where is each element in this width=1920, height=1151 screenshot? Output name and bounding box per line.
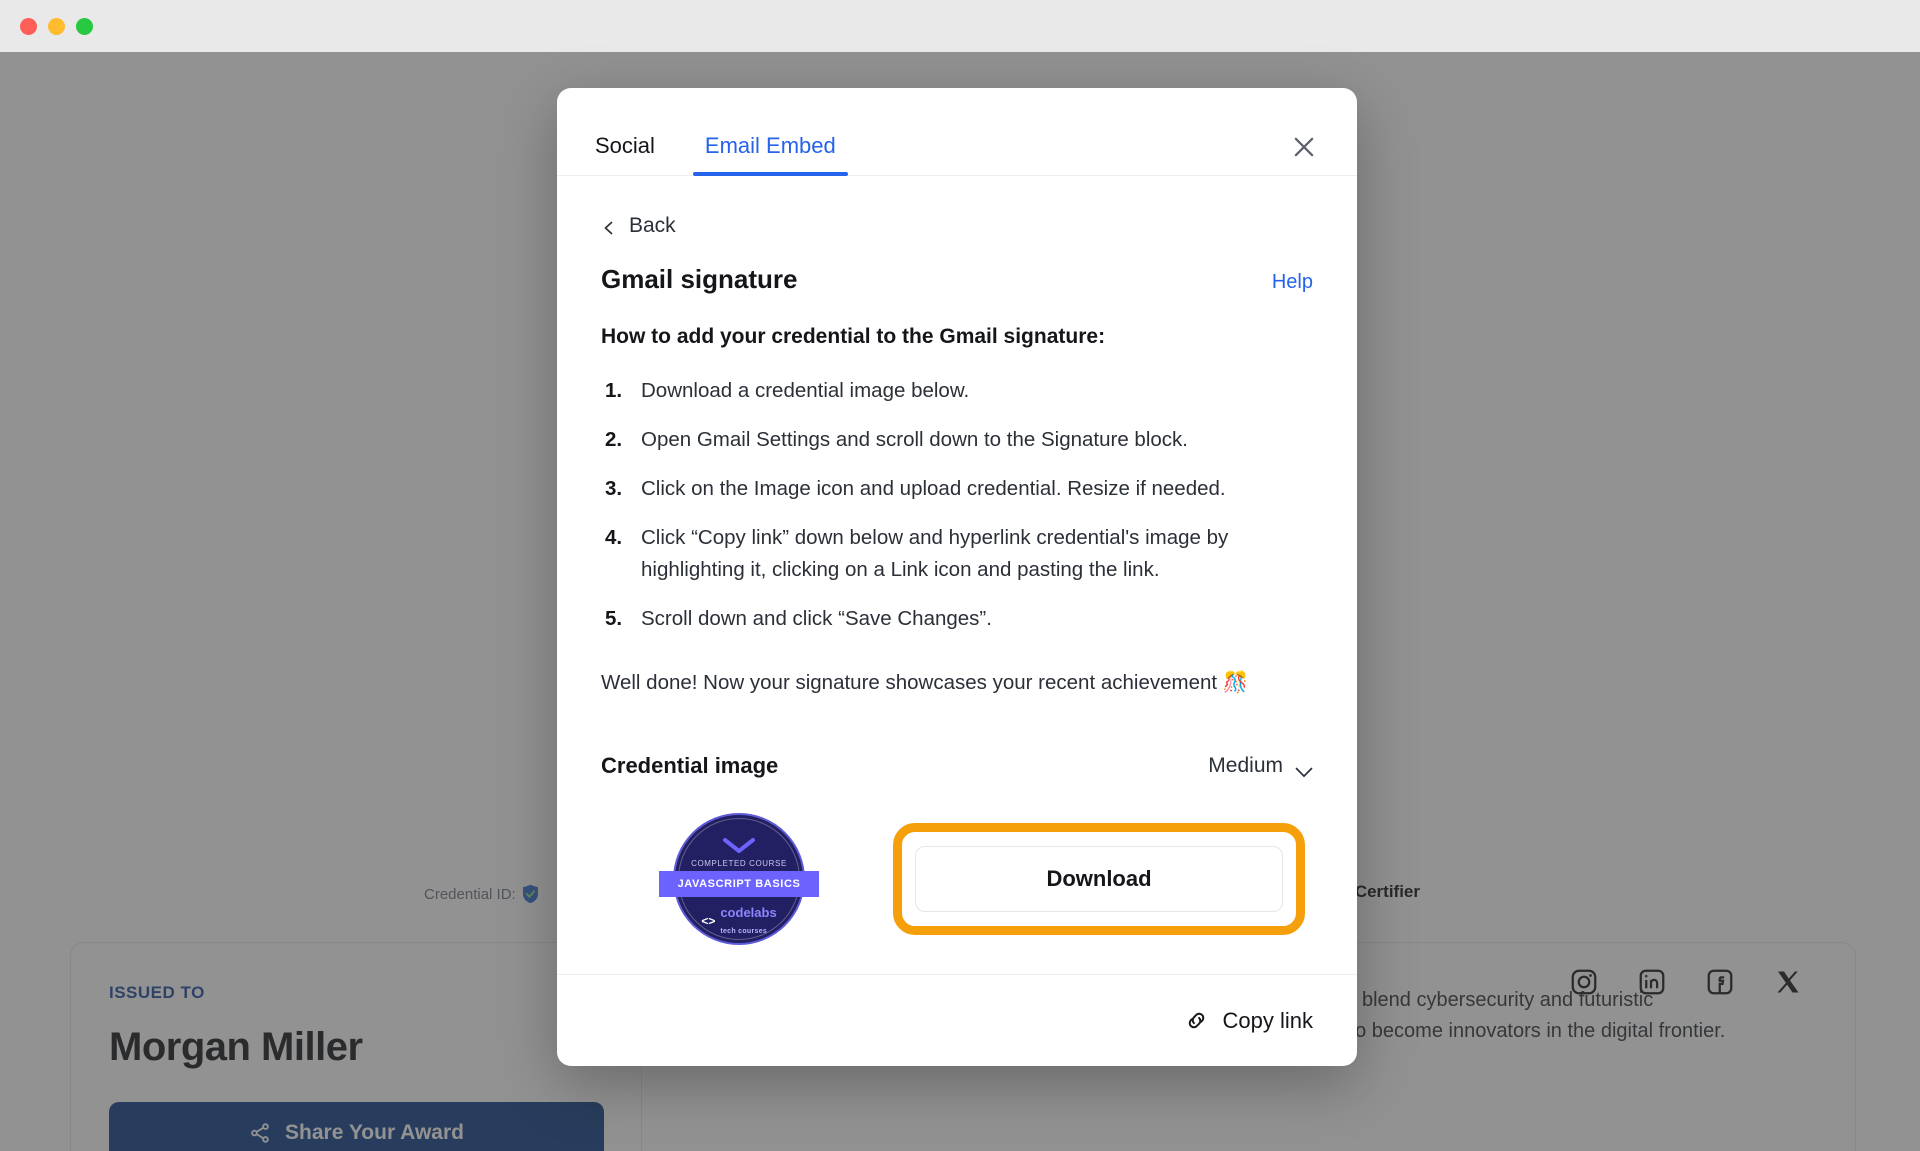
window-minimize-button[interactable]	[48, 17, 65, 35]
copy-link-label: Copy link	[1222, 1007, 1313, 1033]
list-item: 2. Open Gmail Settings and scroll down t…	[605, 424, 1313, 455]
list-item: 4. Click “Copy link” down below and hype…	[605, 522, 1313, 584]
link-icon	[1184, 1008, 1209, 1033]
image-size-value: Medium	[1208, 753, 1283, 777]
badge-brand-names: codelabs tech courses	[720, 905, 776, 939]
help-link[interactable]: Help	[1272, 271, 1313, 294]
step-number: 5.	[605, 606, 623, 630]
modal-body: Back Gmail signature Help How to add you…	[557, 176, 1357, 974]
step-number: 3.	[605, 477, 623, 501]
image-size-dropdown[interactable]: Medium	[1208, 754, 1313, 778]
howto-heading: How to add your credential to the Gmail …	[601, 325, 1106, 348]
tab-social[interactable]: Social	[593, 133, 657, 175]
credential-preview-row: COMPLETED COURSE JAVASCRIPT BASICS <> co…	[601, 812, 1313, 945]
share-credential-modal: Social Email Embed Back Gmail signature …	[557, 88, 1357, 1066]
step-number: 2.	[605, 428, 623, 452]
badge-top-text: COMPLETED COURSE	[691, 858, 787, 868]
step-text: Scroll down and click “Save Changes”.	[641, 606, 992, 630]
badge-ribbon-text: JAVASCRIPT BASICS	[677, 877, 801, 890]
step-text: Download a credential image below.	[641, 379, 970, 402]
window-close-button[interactable]	[20, 17, 37, 35]
step-number: 1.	[605, 379, 623, 402]
badge-brand: <> codelabs tech courses	[673, 905, 805, 939]
badge-ribbon: JAVASCRIPT BASICS	[659, 870, 819, 897]
download-button[interactable]: Download	[915, 845, 1283, 912]
step-text: Click “Copy link” down below and hyperli…	[641, 526, 1229, 581]
modal-footer: Copy link	[557, 974, 1357, 1066]
back-button[interactable]: Back	[601, 214, 1313, 238]
step-text: Open Gmail Settings and scroll down to t…	[641, 428, 1188, 452]
chevron-left-icon	[601, 218, 617, 235]
chevron-down-icon	[1295, 760, 1313, 778]
modal-tab-bar: Social Email Embed	[557, 88, 1357, 176]
badge-brand-name: codelabs	[720, 904, 777, 920]
copy-link-button[interactable]: Copy link	[1184, 1008, 1313, 1034]
traffic-lights	[20, 17, 93, 35]
credential-badge-image: COMPLETED COURSE JAVASCRIPT BASICS <> co…	[659, 812, 819, 945]
page-title: Gmail signature	[601, 264, 798, 294]
tab-email-embed[interactable]: Email Embed	[692, 133, 848, 176]
download-highlight-ring: Download	[893, 822, 1305, 935]
instruction-steps: 1. Download a credential image below. 2.…	[605, 375, 1313, 634]
section-title-row: Gmail signature Help	[601, 264, 1313, 295]
window-maximize-button[interactable]	[76, 17, 93, 35]
browser-window-chrome	[0, 0, 1920, 52]
back-label: Back	[629, 214, 676, 237]
step-number: 4.	[605, 526, 623, 550]
badge-brand-mark: <>	[701, 914, 716, 929]
check-chevron-icon	[722, 837, 756, 855]
step-text: Click on the Image icon and upload crede…	[641, 477, 1226, 501]
badge-brand-tagline: tech courses	[720, 928, 768, 936]
list-item: 5. Scroll down and click “Save Changes”.	[605, 603, 1313, 634]
close-icon[interactable]	[1287, 130, 1321, 164]
closing-note: Well done! Now your signature showcases …	[601, 670, 1249, 694]
list-item: 1. Download a credential image below.	[605, 375, 1313, 406]
credential-image-label: Credential image	[601, 752, 779, 778]
list-item: 3. Click on the Image icon and upload cr…	[605, 473, 1313, 504]
credential-image-row: Credential image Medium	[601, 753, 1313, 779]
